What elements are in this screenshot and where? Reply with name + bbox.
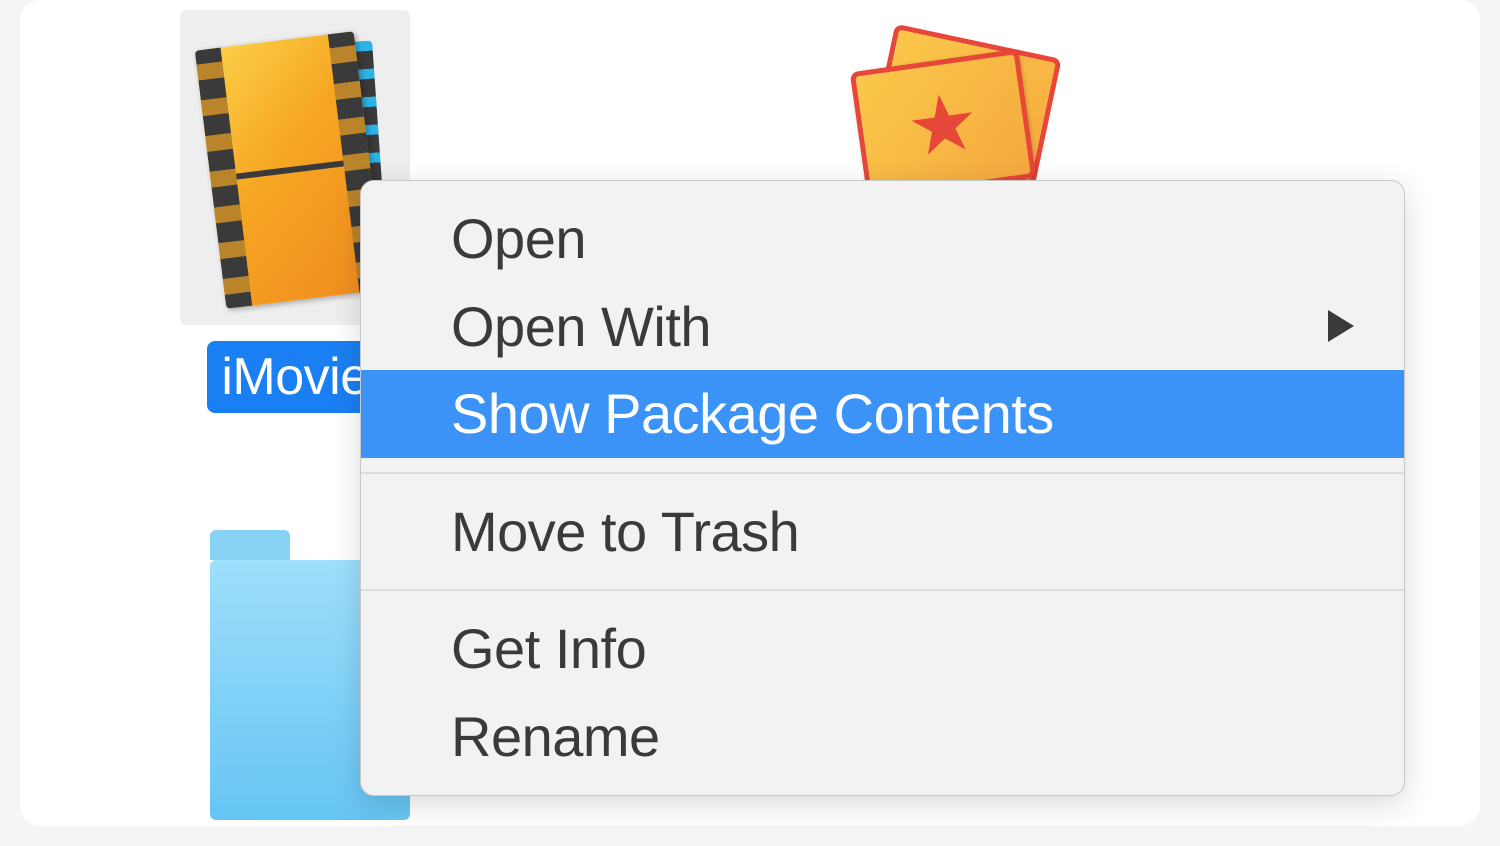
menu-item-label: Move to Trash	[451, 494, 799, 570]
finder-window-area: iMovie ★ Open Open With Show Package Con…	[20, 0, 1480, 826]
theater-ticket-icon[interactable]: ★	[850, 35, 1070, 195]
menu-divider	[361, 589, 1404, 591]
menu-item-show-package-contents[interactable]: Show Package Contents	[361, 370, 1404, 458]
submenu-arrow-icon	[1328, 310, 1354, 342]
menu-item-label: Open With	[451, 289, 711, 365]
menu-item-rename[interactable]: Rename	[361, 693, 1404, 781]
menu-item-label: Get Info	[451, 611, 646, 687]
menu-item-move-to-trash[interactable]: Move to Trash	[361, 488, 1404, 576]
menu-item-label: Show Package Contents	[451, 376, 1054, 452]
file-label-imovie[interactable]: iMovie	[207, 341, 382, 413]
menu-item-label: Open	[451, 201, 586, 277]
menu-divider	[361, 472, 1404, 474]
context-menu: Open Open With Show Package Contents Mov…	[360, 180, 1405, 796]
menu-item-open[interactable]: Open	[361, 195, 1404, 283]
menu-item-get-info[interactable]: Get Info	[361, 605, 1404, 693]
menu-item-open-with[interactable]: Open With	[361, 283, 1404, 371]
filmstrip-front-icon	[195, 31, 385, 309]
menu-item-label: Rename	[451, 699, 660, 775]
